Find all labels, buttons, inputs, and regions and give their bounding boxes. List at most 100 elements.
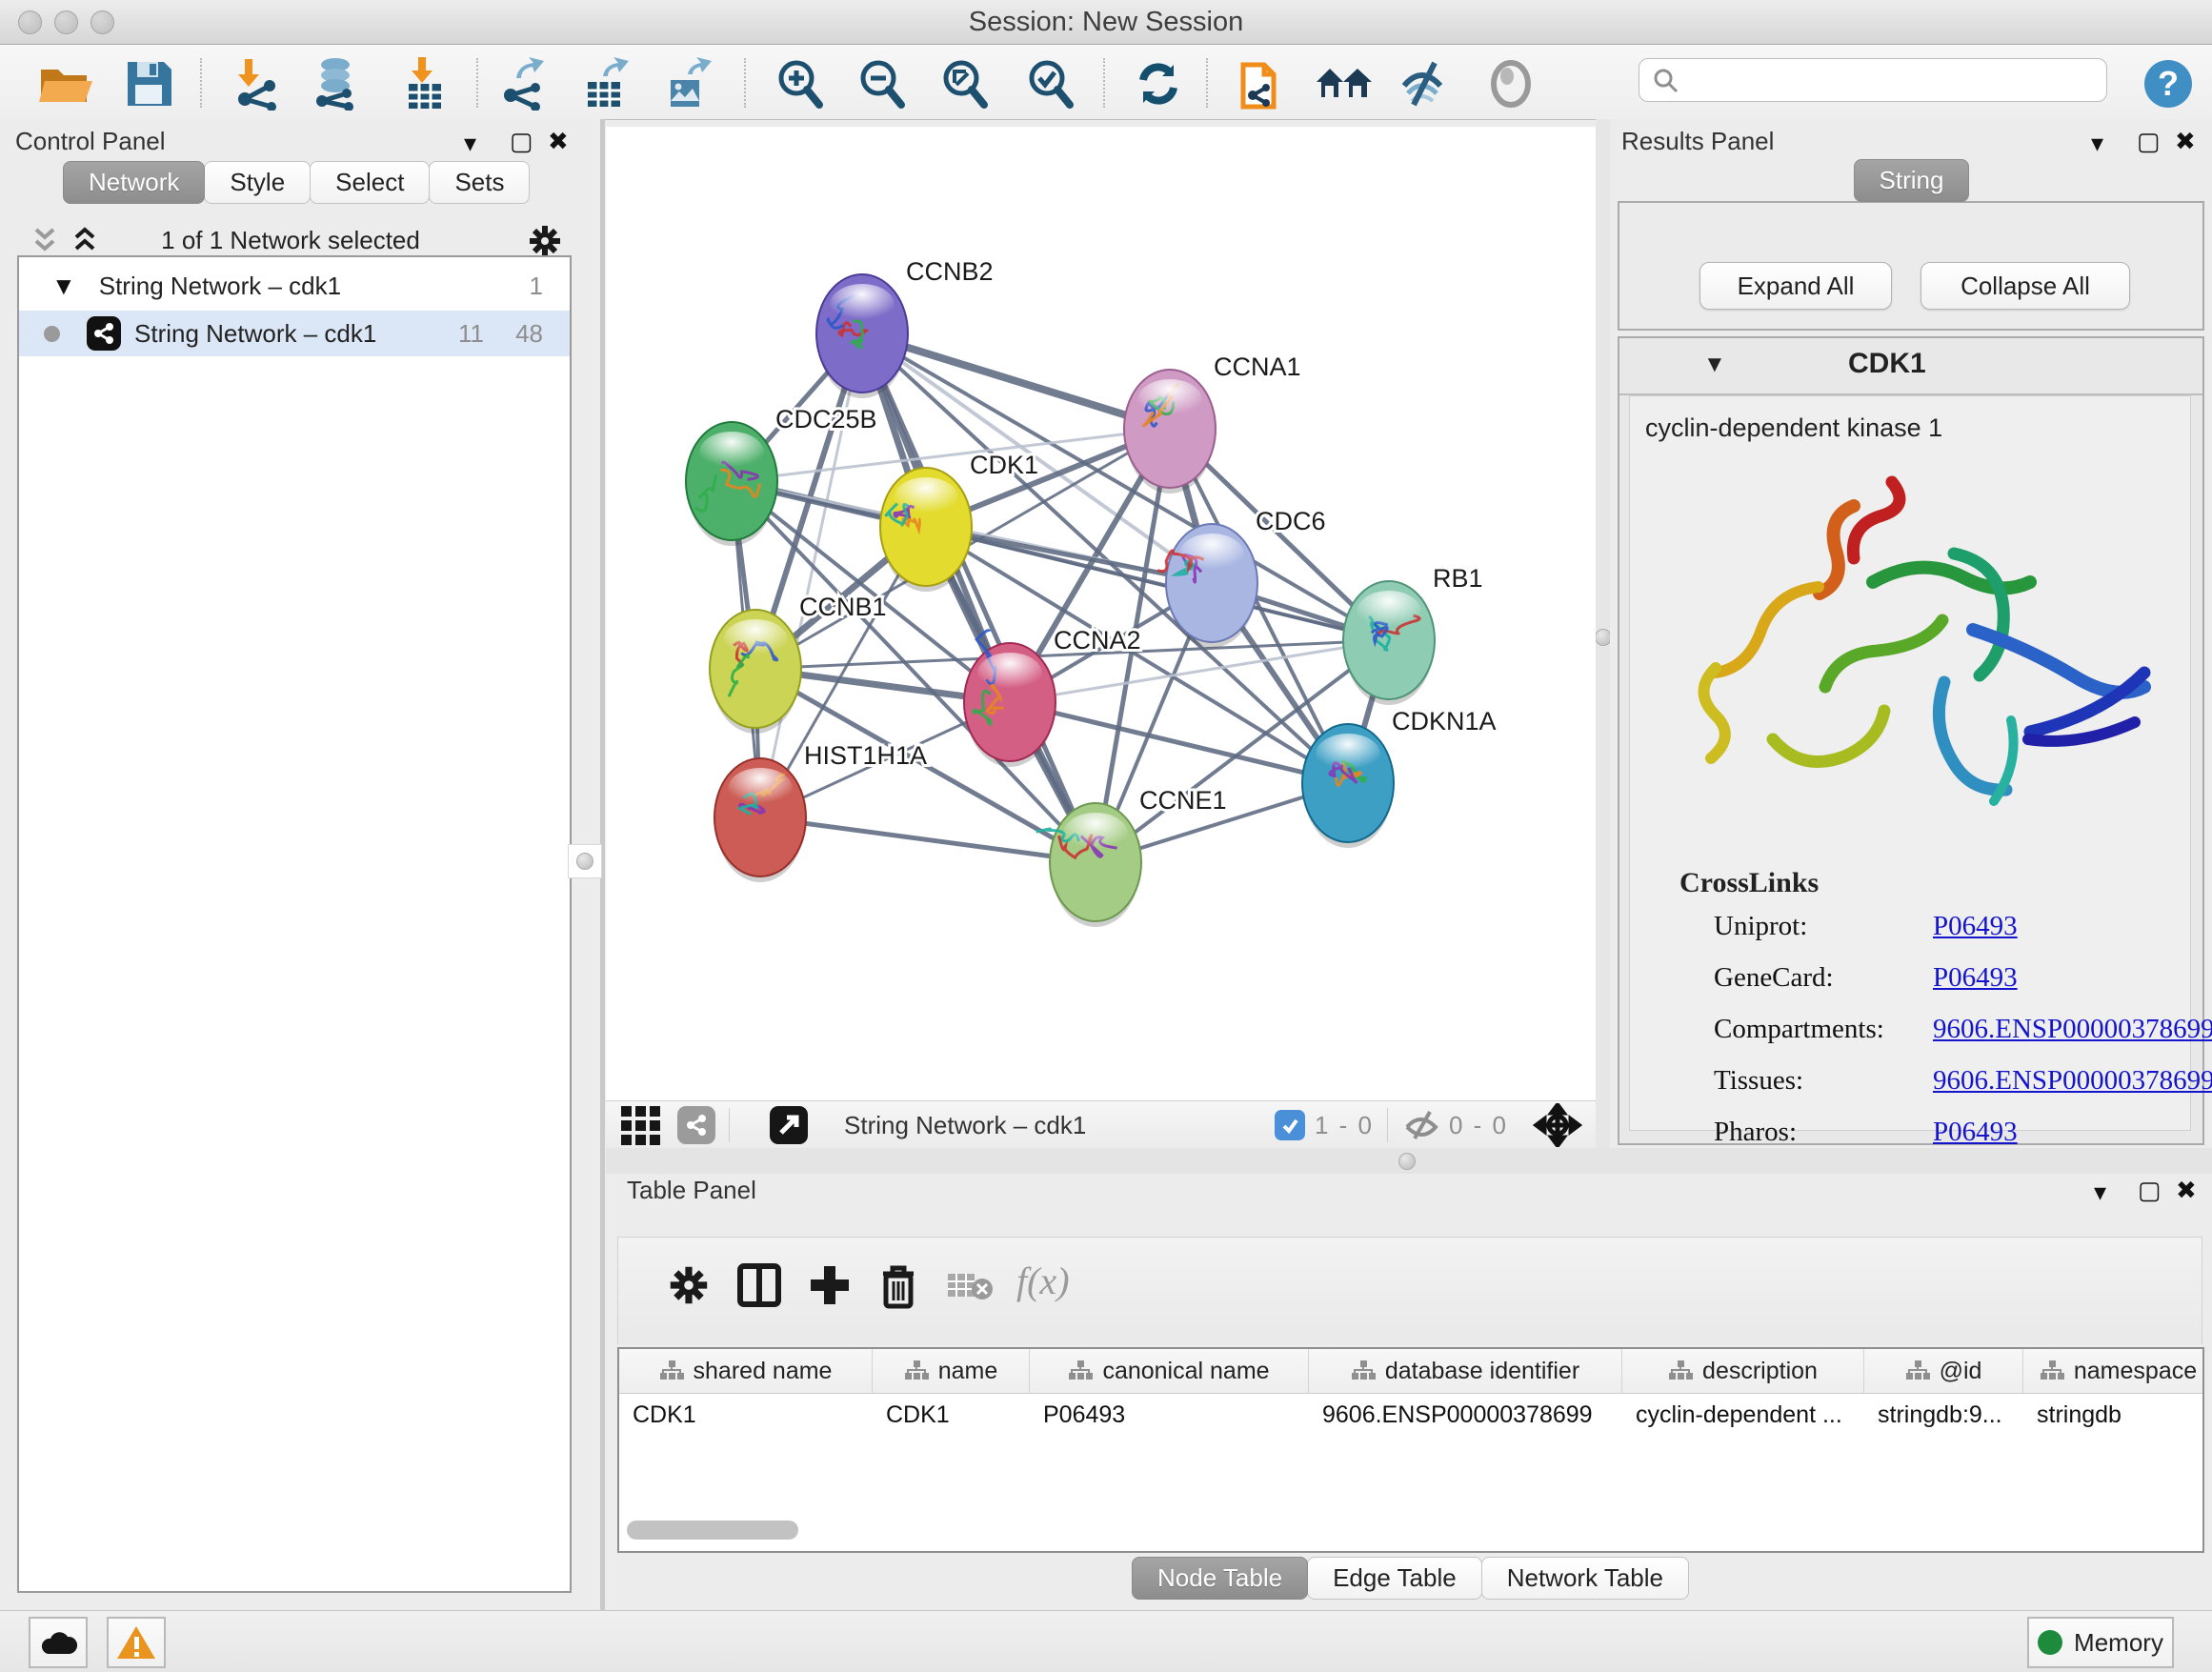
import-network-button[interactable] xyxy=(230,55,287,112)
search-input[interactable] xyxy=(1687,66,2091,94)
share-document-button[interactable] xyxy=(1234,55,1291,112)
collection-expand-arrow-icon[interactable]: ▼ xyxy=(51,272,76,301)
import-table-button[interactable] xyxy=(397,55,454,112)
table-cell[interactable]: stringdb:9... xyxy=(1864,1394,2023,1436)
column-header-canonical-name[interactable]: canonical name xyxy=(1030,1349,1309,1393)
crosslink-link[interactable]: P06493 xyxy=(1933,911,2018,942)
help-button[interactable]: ? xyxy=(2140,55,2197,112)
save-session-button[interactable] xyxy=(121,55,178,112)
column-header-shared-name[interactable]: shared name xyxy=(619,1349,873,1393)
network-collection-row[interactable]: ▼ String Network – cdk1 1 xyxy=(19,263,570,309)
zoom-out-button[interactable] xyxy=(854,55,911,112)
tab-string[interactable]: String xyxy=(1854,159,1970,202)
crosslink-link[interactable]: 9606.ENSP00000378699 xyxy=(1933,1014,2212,1045)
collapse-all-chevron-icon[interactable] xyxy=(29,224,61,256)
column-header-description[interactable]: description xyxy=(1622,1349,1864,1393)
zoom-in-button[interactable] xyxy=(772,55,829,112)
warning-button[interactable] xyxy=(107,1617,166,1668)
table-cell[interactable]: CDK1 xyxy=(619,1394,873,1436)
network-node-CDK1[interactable]: CDK1 xyxy=(880,451,1038,592)
string-network-graph[interactable]: CCNB2CCNA1CDC25BCDK1CDC6RB1CCNB1CCNA2CDK… xyxy=(606,127,1596,1100)
collapse-all-button[interactable]: Collapse All xyxy=(1920,262,2130,310)
tab-node-table[interactable]: Node Table xyxy=(1132,1557,1308,1600)
network-edge[interactable] xyxy=(862,333,1170,429)
crosslink-link[interactable]: P06493 xyxy=(1933,962,2018,994)
table-row[interactable]: CDK1CDK1P064939606.ENSP00000378699cyclin… xyxy=(619,1394,2202,1436)
table-cell[interactable]: P06493 xyxy=(1030,1394,1309,1436)
network-node-CDKN1A[interactable]: CDKN1A xyxy=(1302,707,1497,848)
selected-checkbox-icon[interactable] xyxy=(1275,1110,1305,1140)
results-panel-menu-arrow-icon[interactable]: ▾ xyxy=(2091,129,2103,157)
network-edge[interactable] xyxy=(862,333,1096,862)
zoom-fit-button[interactable] xyxy=(936,55,994,112)
export-image-button[interactable] xyxy=(661,55,718,112)
cloud-button[interactable] xyxy=(29,1617,88,1668)
network-canvas[interactable]: CCNB2CCNA1CDC25BCDK1CDC6RB1CCNB1CCNA2CDK… xyxy=(606,127,1596,1100)
splitter-handle-dot[interactable] xyxy=(1398,1153,1416,1170)
show-columns-icon[interactable] xyxy=(736,1262,782,1308)
minimize-window-button[interactable] xyxy=(54,10,78,34)
maximize-window-button[interactable] xyxy=(90,10,114,34)
tab-style[interactable]: Style xyxy=(204,161,311,204)
network-node-RB1[interactable]: RB1 xyxy=(1343,564,1483,705)
column-header-name[interactable]: name xyxy=(873,1349,1030,1393)
network-node-HIST1H1A[interactable]: HIST1H1A xyxy=(714,741,927,882)
tab-network[interactable]: Network xyxy=(63,161,205,204)
export-table-button[interactable] xyxy=(578,55,635,112)
network-row-selected[interactable]: String Network – cdk1 11 48 xyxy=(19,311,570,356)
network-edge[interactable] xyxy=(1010,702,1348,783)
table-cell[interactable]: 9606.ENSP00000378699 xyxy=(1309,1394,1622,1436)
crosslink-link[interactable]: 9606.ENSP00000378699 xyxy=(1933,1065,2212,1097)
hidden-eye-slash-icon[interactable] xyxy=(1401,1108,1443,1142)
tab-network-table[interactable]: Network Table xyxy=(1481,1557,1689,1600)
close-window-button[interactable] xyxy=(18,10,42,34)
results-panel-float-icon[interactable]: ▢ xyxy=(2137,127,2161,155)
table-cell[interactable]: cyclin-dependent ... xyxy=(1622,1394,1864,1436)
gear-icon[interactable] xyxy=(526,222,564,260)
control-panel-menu-arrow-icon[interactable]: ▾ xyxy=(464,129,476,157)
table-cell[interactable]: CDK1 xyxy=(873,1394,1030,1436)
horizontal-scrollbar-thumb[interactable] xyxy=(627,1521,798,1540)
export-network-button[interactable] xyxy=(495,55,553,112)
table-panel-close-icon[interactable]: ✖ xyxy=(2176,1176,2197,1204)
column-header-database-identifier[interactable]: database identifier xyxy=(1309,1349,1622,1393)
network-edge[interactable] xyxy=(760,817,1096,862)
protein-header-row[interactable]: ▼ CDK1 xyxy=(1619,338,2202,395)
node-table[interactable]: shared namenamecanonical namedatabase id… xyxy=(617,1347,2204,1553)
refresh-button[interactable] xyxy=(1130,55,1187,112)
tab-sets[interactable]: Sets xyxy=(429,161,530,204)
column-header-namespace[interactable]: namespace xyxy=(2023,1349,2204,1393)
table-cell[interactable]: stringdb xyxy=(2023,1394,2204,1436)
open-session-button[interactable] xyxy=(36,55,93,112)
expand-all-chevron-icon[interactable] xyxy=(69,224,101,256)
tab-edge-table[interactable]: Edge Table xyxy=(1307,1557,1482,1600)
results-panel-close-icon[interactable]: ✖ xyxy=(2175,127,2196,155)
expand-all-button[interactable]: Expand All xyxy=(1699,262,1892,310)
table-panel-menu-arrow-icon[interactable]: ▾ xyxy=(2094,1178,2106,1206)
function-builder-icon[interactable]: f(x) xyxy=(1016,1259,1070,1303)
import-network-from-database-button[interactable] xyxy=(309,55,366,112)
tab-select[interactable]: Select xyxy=(310,161,430,204)
pan-crosshair-icon[interactable] xyxy=(1533,1103,1582,1147)
string-network-badge-icon[interactable] xyxy=(677,1106,715,1144)
birdseye-grid-icon[interactable] xyxy=(621,1106,660,1145)
crosslink-link[interactable]: P06493 xyxy=(1933,1117,2018,1148)
collapse-arrow-icon[interactable]: ▼ xyxy=(1703,352,1726,378)
zoom-selected-button[interactable] xyxy=(1022,55,1079,112)
memory-button[interactable]: Memory xyxy=(2027,1617,2174,1668)
delete-column-trash-icon[interactable] xyxy=(877,1262,919,1310)
horizontal-splitter[interactable] xyxy=(606,1148,2212,1174)
network-node-CCNB2[interactable]: CCNB2 xyxy=(816,257,994,398)
network-node-CDC6[interactable]: CDC6 xyxy=(1157,507,1325,648)
search-field[interactable] xyxy=(1639,58,2107,102)
table-settings-gear-icon[interactable] xyxy=(666,1262,712,1308)
add-column-plus-icon[interactable] xyxy=(807,1262,853,1308)
column-header--id[interactable]: @id xyxy=(1864,1349,2023,1393)
show-details-button[interactable] xyxy=(1482,55,1539,112)
control-panel-float-icon[interactable]: ▢ xyxy=(510,127,533,155)
left-divider-handle[interactable] xyxy=(568,844,602,878)
table-panel-float-icon[interactable]: ▢ xyxy=(2138,1176,2162,1204)
open-in-browser-icon[interactable] xyxy=(770,1106,808,1144)
home-button[interactable] xyxy=(1315,55,1372,112)
delete-table-icon[interactable] xyxy=(946,1270,995,1302)
